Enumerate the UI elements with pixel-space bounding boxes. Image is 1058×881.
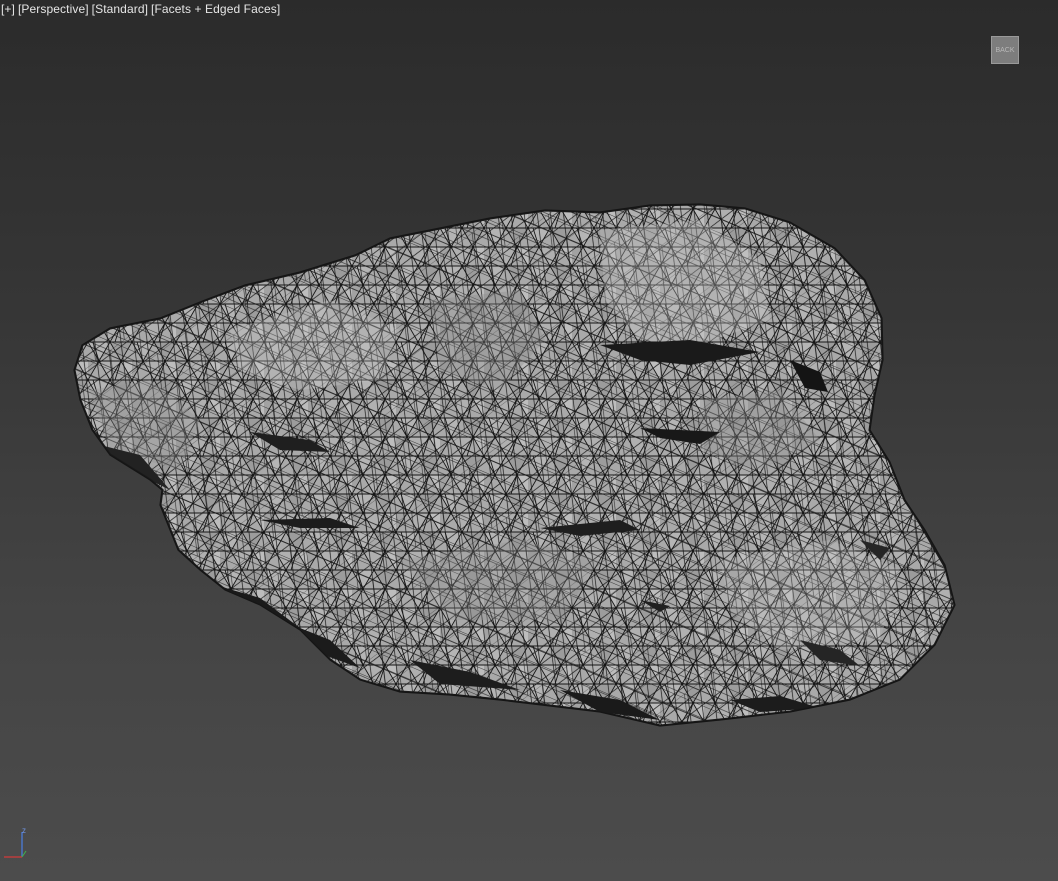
axis-tripod-gizmo: z [4,826,27,858]
perspective-viewport[interactable]: [+] [Perspective] [Standard] [Facets + Edge… [0,0,1058,881]
rock-mesh-surface [74,204,955,726]
z-axis-label: z [22,826,26,835]
rock-mesh[interactable] [0,0,1058,881]
